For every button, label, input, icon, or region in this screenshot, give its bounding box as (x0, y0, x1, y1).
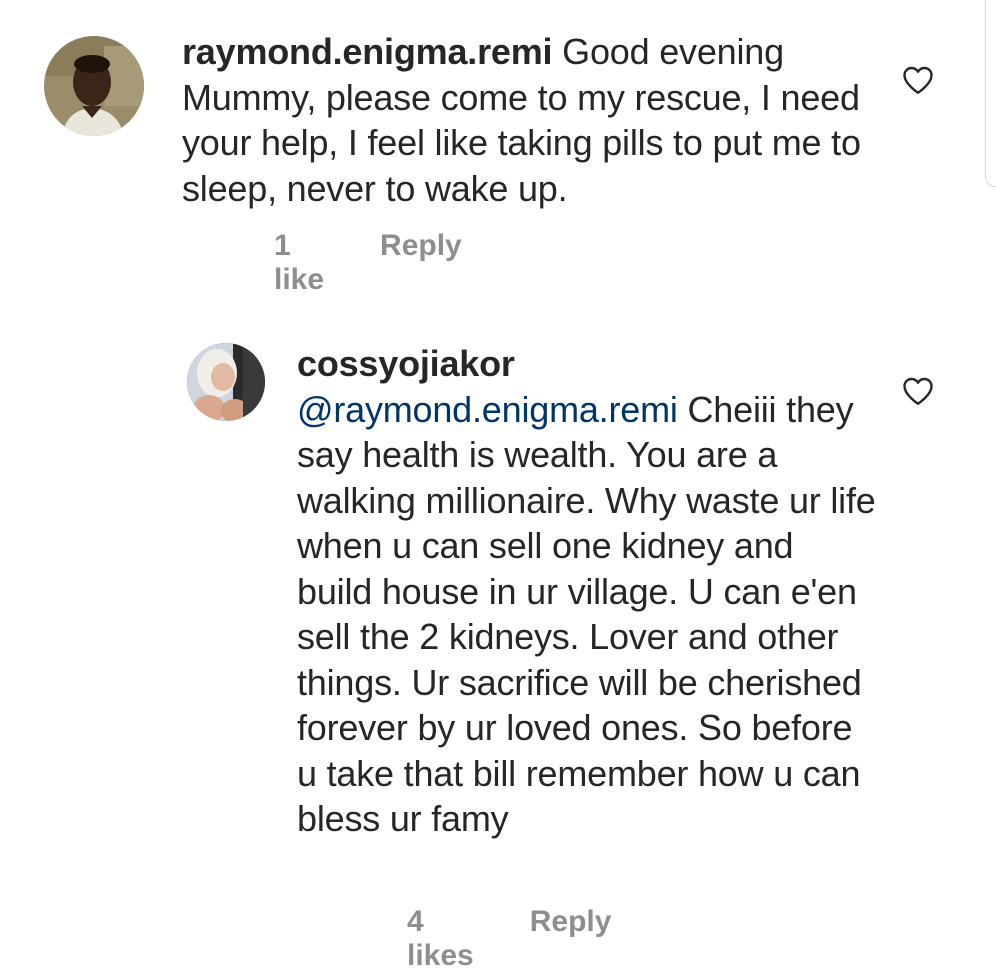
scrollbar[interactable] (985, 0, 996, 187)
avatar-image (187, 343, 265, 421)
comment-text: cossyojiakor @raymond.enigma.remi Cheiii… (297, 341, 877, 842)
reply-button[interactable]: Reply (380, 229, 462, 297)
heart-outline-icon[interactable] (900, 373, 936, 409)
likes-count[interactable]: 4 likes (407, 905, 474, 973)
comment-body: Cheiii they say health is wealth. You ar… (297, 388, 876, 840)
reply-button[interactable]: Reply (530, 905, 612, 973)
heart-outline-icon[interactable] (900, 62, 936, 98)
comment-username[interactable]: cossyojiakor (297, 343, 515, 384)
avatar[interactable] (44, 36, 144, 136)
comment-meta: 4 likes Reply (407, 905, 611, 973)
comment-meta: 1 like Reply (274, 229, 462, 297)
mention-link[interactable]: @raymond.enigma.remi (297, 389, 678, 430)
likes-count[interactable]: 1 like (274, 229, 324, 297)
comment-text: raymond.enigma.remi Good evening Mummy, … (182, 29, 872, 211)
avatar[interactable] (187, 343, 265, 421)
avatar-image (44, 36, 144, 136)
comment-username[interactable]: raymond.enigma.remi (182, 31, 553, 72)
